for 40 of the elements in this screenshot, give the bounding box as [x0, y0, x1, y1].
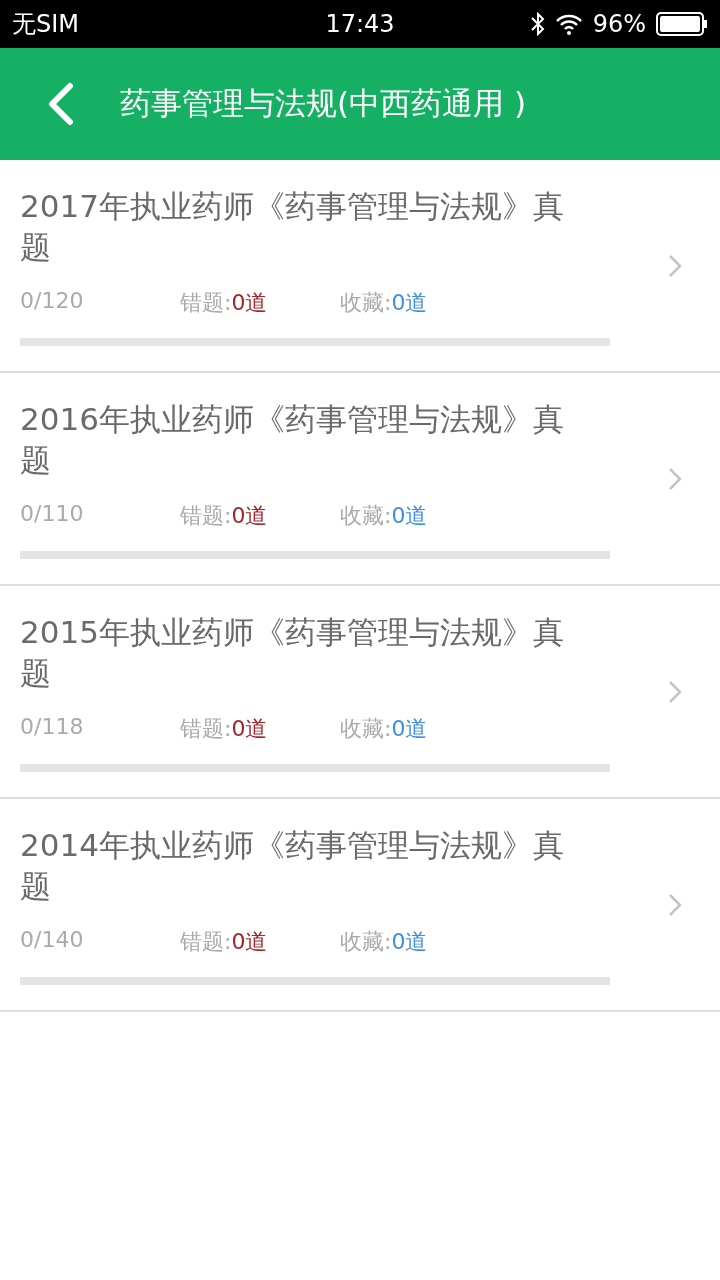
- progress-count: 0/140: [20, 926, 84, 952]
- favorite-count: 0道: [391, 501, 428, 530]
- favorite-label: 收藏:: [340, 927, 392, 956]
- favorite-count: 0道: [391, 288, 428, 317]
- paper-row[interactable]: 2015年执业药师《药事管理与法规》真题 0/118 错题:0道 收藏:0道: [0, 586, 720, 799]
- page-title: 药事管理与法规(中西药通用 ): [120, 84, 527, 123]
- progress-count: 0/120: [20, 287, 84, 313]
- favorite-label: 收藏:: [340, 288, 392, 317]
- favorite-label: 收藏:: [340, 714, 392, 743]
- wrong-label: 错题:: [180, 927, 232, 956]
- paper-row[interactable]: 2016年执业药师《药事管理与法规》真题 0/110 错题:0道 收藏:0道: [0, 373, 720, 586]
- wrong-label: 错题:: [180, 714, 232, 743]
- paper-row[interactable]: 2017年执业药师《药事管理与法规》真题 0/120 错题:0道 收藏:0道: [0, 160, 720, 373]
- favorite-count: 0道: [391, 927, 428, 956]
- progress-count: 0/110: [20, 500, 84, 526]
- chevron-icon: [668, 679, 682, 704]
- progress-count: 0/118: [20, 713, 84, 739]
- wrong-count: 0道: [231, 501, 268, 530]
- chevron-icon: [668, 892, 682, 917]
- wrong-count: 0道: [231, 927, 268, 956]
- clock-time: 17:43: [325, 10, 395, 38]
- chevron-icon: [668, 466, 682, 491]
- wifi-icon: [554, 13, 583, 35]
- battery-icon: [656, 12, 708, 36]
- favorite-label: 收藏:: [340, 501, 392, 530]
- bluetooth-icon: [530, 12, 545, 36]
- carrier-label: 无SIM: [12, 9, 80, 40]
- paper-row[interactable]: 2014年执业药师《药事管理与法规》真题 0/140 错题:0道 收藏:0道: [0, 799, 720, 1012]
- favorite-count: 0道: [391, 714, 428, 743]
- chevron-icon: [668, 253, 682, 278]
- wrong-count: 0道: [231, 714, 268, 743]
- wrong-label: 错题:: [180, 288, 232, 317]
- back-icon: [46, 82, 74, 126]
- paper-title: 2016年执业药师《药事管理与法规》真题: [20, 399, 565, 480]
- battery-percent: 96%: [592, 10, 646, 38]
- paper-title: 2017年执业药师《药事管理与法规》真题: [20, 186, 565, 267]
- wrong-label: 错题:: [180, 501, 232, 530]
- paper-title: 2014年执业药师《药事管理与法规》真题: [20, 825, 565, 906]
- paper-title: 2015年执业药师《药事管理与法规》真题: [20, 612, 565, 693]
- wrong-count: 0道: [231, 288, 268, 317]
